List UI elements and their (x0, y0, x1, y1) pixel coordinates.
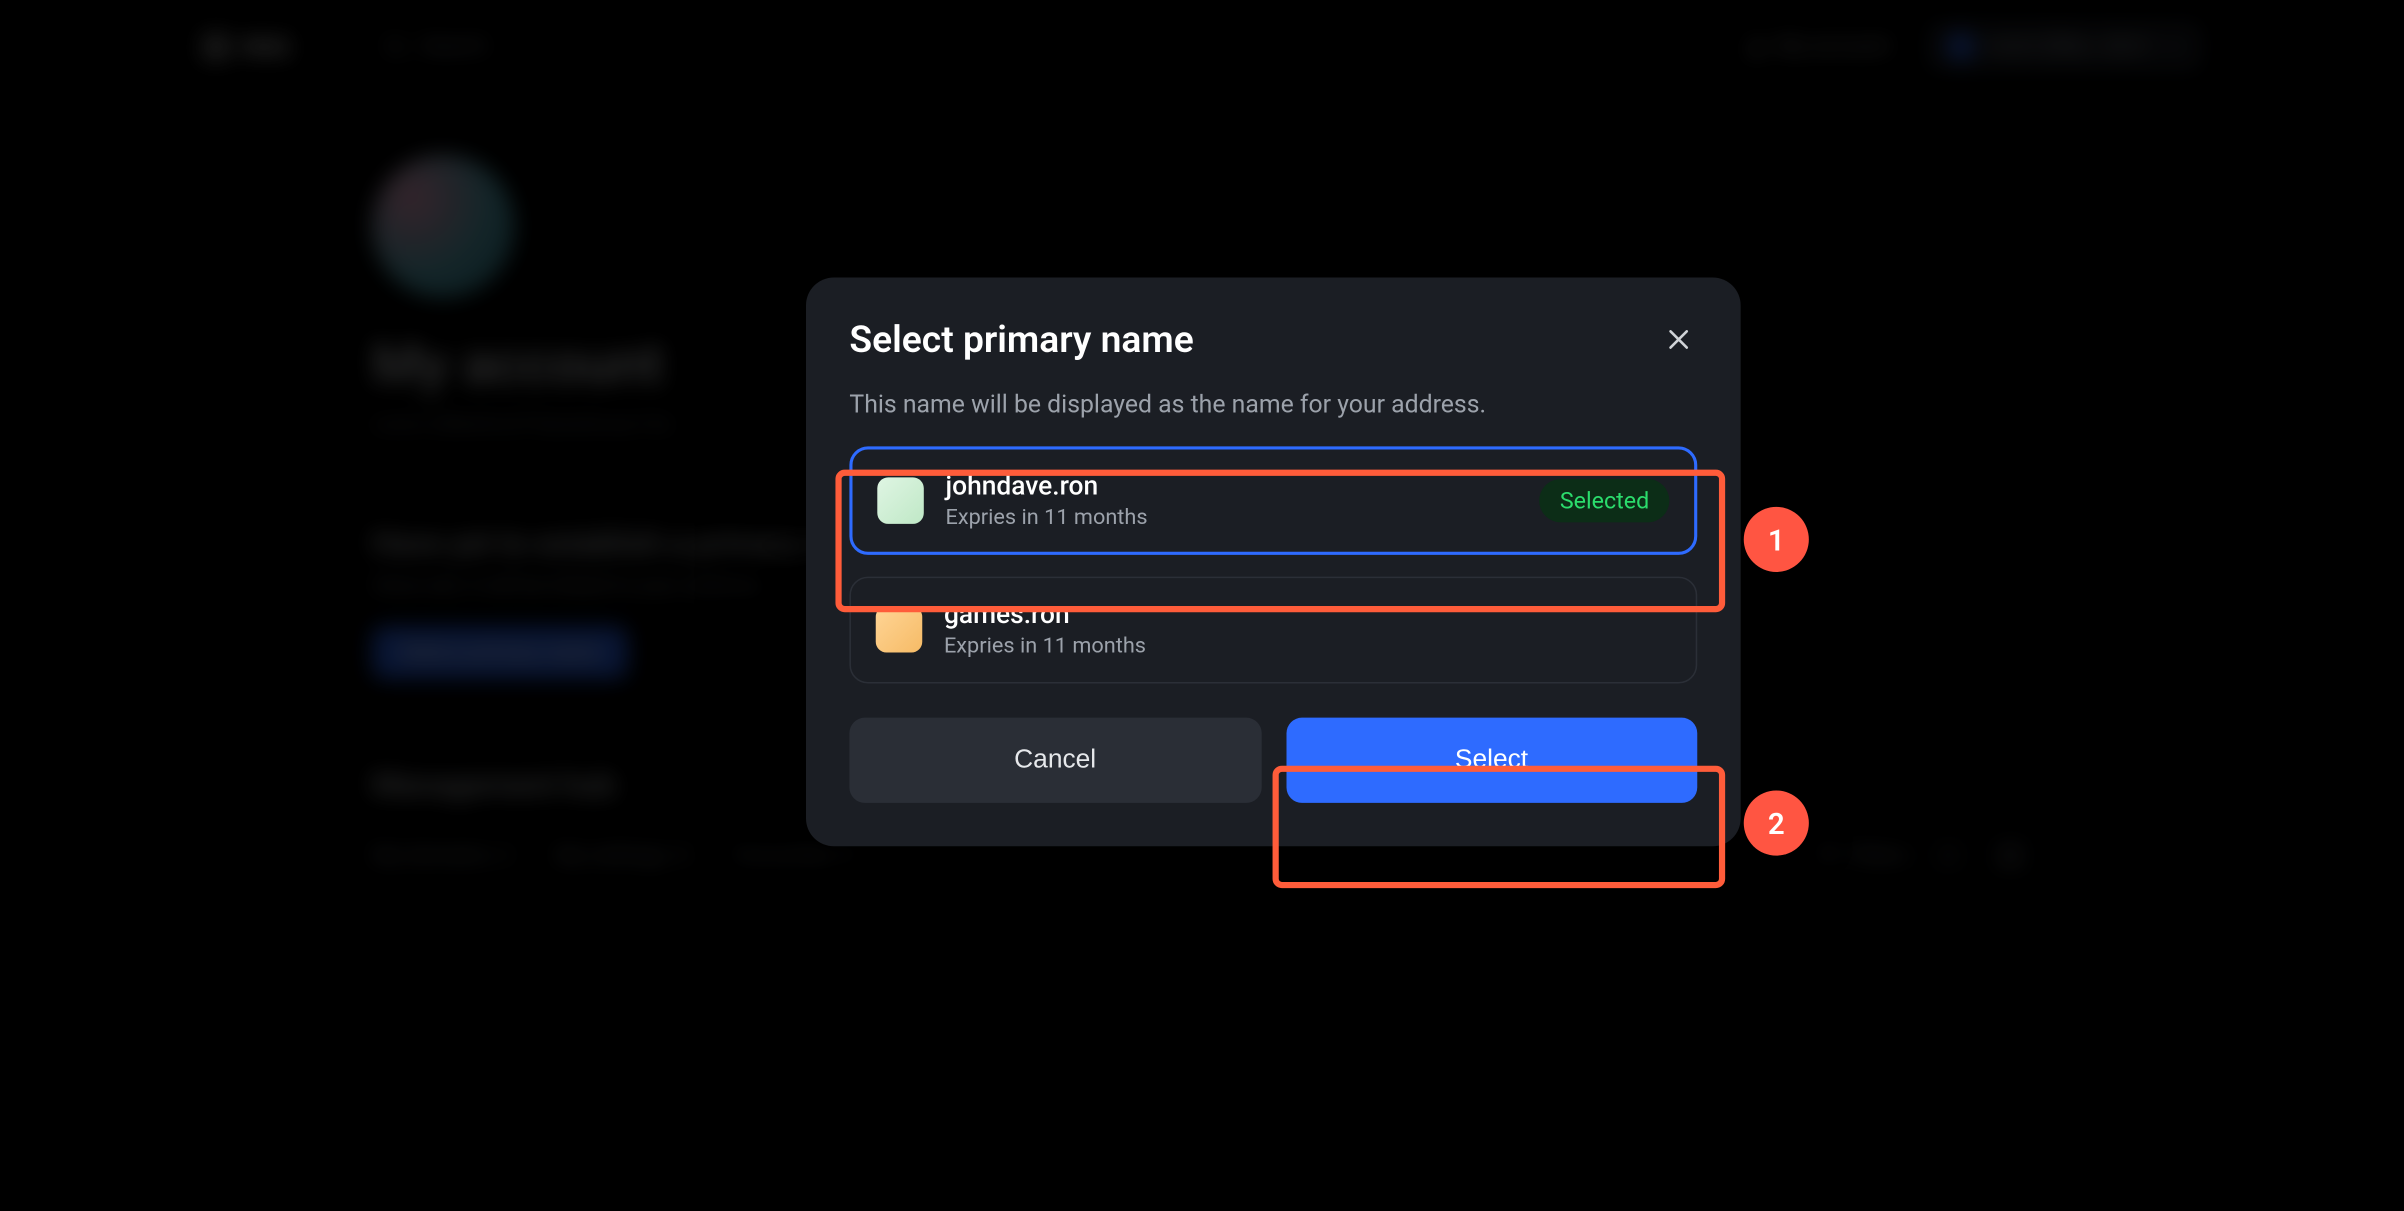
domain-avatar-icon (876, 607, 923, 654)
annotation-marker-1: 1 (1744, 507, 1809, 572)
select-button[interactable]: Select (1286, 717, 1698, 802)
domain-expiry: Expries in 11 months (944, 633, 1671, 661)
domain-avatar-icon (877, 478, 924, 525)
name-option-games[interactable]: games.ron Expries in 11 months (849, 577, 1697, 683)
domain-name: johndave.ron (946, 470, 1519, 504)
name-option-johndave[interactable]: johndave.ron Expries in 11 months Select… (849, 446, 1697, 555)
domain-expiry: Expries in 11 months (946, 504, 1519, 532)
annotation-marker-2: 2 (1744, 791, 1809, 856)
selected-badge: Selected (1540, 479, 1670, 522)
cancel-button[interactable]: Cancel (849, 717, 1261, 802)
select-primary-name-modal: Select primary name This name will be di… (806, 277, 1741, 845)
modal-title: Select primary name (849, 318, 1193, 361)
modal-subtitle: This name will be displayed as the name … (849, 389, 1697, 418)
domain-name: games.ron (944, 599, 1671, 633)
close-button[interactable] (1660, 321, 1697, 358)
close-icon (1665, 326, 1693, 354)
